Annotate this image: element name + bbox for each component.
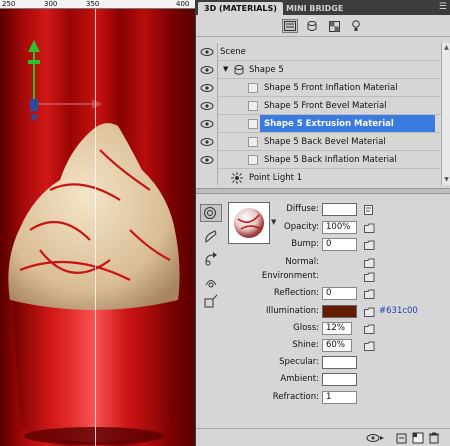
- scene-group-label: Shape 5: [249, 65, 284, 75]
- shine-field[interactable]: 60%: [322, 339, 352, 352]
- illumination-color-swatch[interactable]: [322, 305, 357, 318]
- panel-tab-bar: 3D (MATERIALS) MINI BRIDGE ☰: [196, 0, 450, 15]
- specular-label: Specular:: [279, 357, 319, 367]
- light-label: Point Light 1: [249, 173, 303, 183]
- new-layer-icon[interactable]: [412, 432, 424, 444]
- scroll-down-icon[interactable]: ▼: [443, 176, 450, 184]
- bump-label: Bump:: [291, 239, 319, 249]
- trash-icon[interactable]: [428, 432, 440, 444]
- material-swatch-icon: [248, 101, 258, 111]
- eye-icon[interactable]: [200, 101, 214, 111]
- illumination-label: Illumination:: [265, 306, 319, 316]
- texture-folder-icon[interactable]: [364, 289, 375, 299]
- texture-folder-icon[interactable]: [364, 258, 375, 268]
- texture-folder-icon[interactable]: [364, 307, 375, 317]
- texture-folder-icon[interactable]: [364, 223, 375, 233]
- chevron-down-icon[interactable]: ▼: [223, 65, 228, 73]
- diffuse-label: Diffuse:: [286, 204, 319, 214]
- gloss-field[interactable]: 12%: [322, 322, 352, 335]
- ambient-label: Ambient:: [280, 374, 319, 384]
- filter-meshes-icon[interactable]: [304, 19, 320, 33]
- ambient-color-swatch[interactable]: [322, 373, 357, 386]
- normal-label: Normal:: [285, 257, 319, 267]
- eye-icon[interactable]: [200, 155, 214, 165]
- scene-label: Scene: [220, 47, 246, 57]
- material-row[interactable]: Shape 5 Back Inflation Material: [196, 151, 441, 169]
- material-swatch-icon: [248, 119, 258, 129]
- material-label: Shape 5 Front Inflation Material: [264, 83, 398, 93]
- opacity-label: Opacity:: [284, 222, 319, 232]
- panel-bottom-bar: [196, 428, 450, 446]
- panel-splitter[interactable]: [196, 188, 450, 194]
- material-row[interactable]: Shape 5 Front Inflation Material: [196, 79, 441, 97]
- filter-whole-scene-icon[interactable]: [282, 19, 298, 33]
- reflection-label: Reflection:: [273, 288, 319, 298]
- eye-icon[interactable]: [200, 137, 214, 147]
- scene-scrollbar[interactable]: ▲ ▼: [441, 43, 450, 185]
- panel-filter-toolbar: [196, 15, 450, 37]
- 3d-materials-panel: 3D (MATERIALS) MINI BRIDGE ☰ Scene ▼ Sha…: [195, 0, 450, 446]
- gloss-label: Gloss:: [293, 323, 319, 333]
- scene-tree: Scene ▼ Shape 5 Shape 5 Front Inflation …: [196, 43, 450, 185]
- reflection-field[interactable]: 0: [322, 287, 357, 300]
- filter-lights-icon[interactable]: [348, 19, 364, 33]
- panel-menu-icon[interactable]: ☰: [439, 2, 447, 13]
- opacity-field[interactable]: 100%: [322, 221, 357, 234]
- tab-3d-materials[interactable]: 3D (MATERIALS): [198, 2, 283, 15]
- scroll-up-icon[interactable]: ▲: [443, 44, 450, 52]
- scene-root-row[interactable]: Scene: [196, 43, 441, 61]
- mesh-icon: [234, 65, 244, 75]
- material-row-selected[interactable]: Shape 5 Extrusion Material: [196, 115, 441, 133]
- document-canvas[interactable]: 250 300 350 400: [0, 0, 195, 446]
- scene-group-row[interactable]: ▼ Shape 5: [196, 61, 441, 79]
- texture-folder-icon[interactable]: [364, 240, 375, 250]
- material-label: Shape 5 Back Inflation Material: [264, 155, 397, 165]
- diffuse-color-swatch[interactable]: [322, 203, 357, 216]
- specular-color-swatch[interactable]: [322, 356, 357, 369]
- texture-page-icon[interactable]: [364, 205, 375, 215]
- bump-field[interactable]: 0: [322, 238, 357, 251]
- light-row[interactable]: Point Light 1: [196, 169, 441, 187]
- refraction-field[interactable]: 1: [322, 391, 357, 404]
- tab-mini-bridge[interactable]: MINI BRIDGE: [280, 2, 349, 15]
- filter-materials-icon[interactable]: [326, 19, 342, 33]
- new-light-icon[interactable]: [396, 432, 408, 444]
- shine-label: Shine:: [292, 340, 319, 350]
- eye-icon[interactable]: [200, 83, 214, 93]
- toggle-overlays-icon[interactable]: [366, 432, 384, 444]
- texture-folder-icon[interactable]: [364, 272, 375, 282]
- point-light-icon: [231, 172, 243, 184]
- material-swatch-icon: [248, 155, 258, 165]
- material-label: Shape 5 Front Bevel Material: [264, 101, 387, 111]
- eye-icon[interactable]: [200, 119, 214, 129]
- material-row[interactable]: Shape 5 Back Bevel Material: [196, 133, 441, 151]
- refraction-label: Refraction:: [272, 392, 319, 402]
- material-label: Shape 5 Back Bevel Material: [264, 137, 386, 147]
- material-row[interactable]: Shape 5 Front Bevel Material: [196, 97, 441, 115]
- scene-artwork: [8, 40, 180, 445]
- texture-folder-icon[interactable]: [364, 324, 375, 334]
- environment-label: Environment:: [261, 271, 319, 281]
- illumination-hex-label: #631c00: [379, 306, 418, 316]
- texture-folder-icon[interactable]: [364, 341, 375, 351]
- material-label: Shape 5 Extrusion Material: [260, 115, 435, 133]
- material-swatch-icon: [248, 83, 258, 93]
- eye-icon[interactable]: [200, 47, 214, 57]
- guide-line[interactable]: [95, 9, 96, 446]
- material-swatch-icon: [248, 137, 258, 147]
- eye-icon[interactable]: [200, 65, 214, 75]
